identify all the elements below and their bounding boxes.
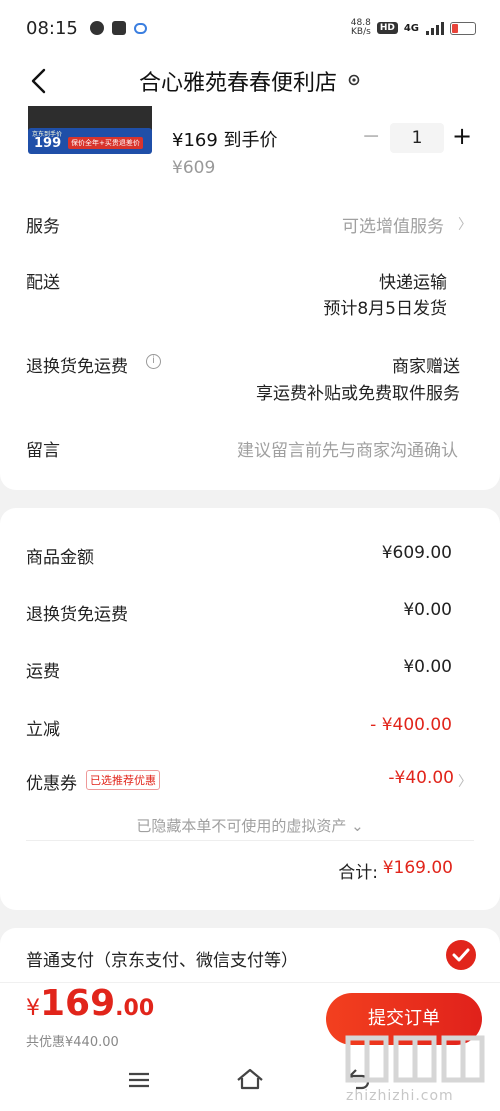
signal-icon xyxy=(426,21,444,35)
store-title: 合心雅苑春春便利店 xyxy=(138,71,337,96)
service-value[interactable]: 可选增值服务 xyxy=(342,212,444,237)
return-value: 商家赠送 xyxy=(392,357,460,377)
price-summary-card: 商品金额 ¥609.00 退换货免运费 ¥0.00 运费 ¥0.00 立减 - … xyxy=(0,508,500,910)
back-icon[interactable] xyxy=(26,66,56,96)
summary-label-discount: 立减 xyxy=(26,720,60,740)
hidden-assets-toggle[interactable]: 已隐藏本单不可使用的虚拟资产 ⌄ xyxy=(0,815,500,836)
note-input[interactable]: 建议留言前先与商家沟通确认 xyxy=(237,436,458,461)
battery-icon xyxy=(450,21,476,35)
note-label: 留言 xyxy=(26,441,60,461)
quantity-minus-button[interactable]: − xyxy=(362,126,380,150)
delivery-date: 预计8月5日发货 xyxy=(323,299,447,319)
total-saved: 共优惠¥440.00 xyxy=(26,1035,119,1050)
original-price: ¥609 xyxy=(172,158,216,178)
summary-value-coupon[interactable]: -¥40.00 xyxy=(388,768,454,788)
total-label: 合计: xyxy=(338,863,378,883)
product-price-banner: 京东到手价 199 保价全年+买贵退差价 xyxy=(28,128,152,154)
return-label: 退换货免运费 xyxy=(26,357,128,377)
coupon-chevron-icon[interactable]: 〉 xyxy=(458,771,472,791)
summary-label-shipping: 运费 xyxy=(26,662,60,682)
net-speed: 48.8 KB/s xyxy=(351,19,371,37)
status-right: 48.8 KB/s HD 4G xyxy=(351,19,476,37)
summary-label-coupon: 优惠券 xyxy=(26,774,77,794)
quantity-input[interactable]: 1 xyxy=(390,123,444,153)
return-detail: 享运费补贴或免费取件服务 xyxy=(256,384,460,404)
summary-value-discount: - ¥400.00 xyxy=(370,715,452,735)
checkmark-icon[interactable] xyxy=(446,940,476,970)
delivery-label: 配送 xyxy=(26,273,60,293)
coupon-tag: 已选推荐优惠 xyxy=(86,770,160,790)
banner-price: 199 xyxy=(34,136,62,151)
network-type: 4G xyxy=(403,22,419,34)
service-chevron-icon[interactable]: 〉 xyxy=(458,214,472,234)
delivery-value[interactable]: 快递运输 xyxy=(379,268,447,293)
watermark: zhizhizhi.com xyxy=(342,1030,492,1110)
service-label: 服务 xyxy=(26,217,60,237)
home-icon[interactable] xyxy=(236,1068,264,1090)
status-left: 08:15 xyxy=(26,18,147,39)
net-speed-unit: KB/s xyxy=(351,27,371,37)
cloud-notification-icon xyxy=(133,22,147,34)
status-time: 08:15 xyxy=(26,17,78,39)
watermark-text: zhizhizhi.com xyxy=(346,1088,454,1104)
summary-value-return: ¥0.00 xyxy=(403,600,452,620)
menu-icon[interactable] xyxy=(128,1072,150,1088)
final-price: ¥169 到手价 xyxy=(172,130,278,151)
status-bar: 08:15 48.8 KB/s HD 4G xyxy=(0,0,500,56)
banner-text: 保价全年+买贵退差价 xyxy=(68,137,143,149)
hd-icon: HD xyxy=(376,22,398,34)
summary-value-goods: ¥609.00 xyxy=(381,543,452,563)
play-notification-icon xyxy=(111,21,126,35)
order-details-card: 京东到手价 199 保价全年+买贵退差价 ¥169 到手价 ¥609 − 1 +… xyxy=(0,106,500,490)
info-icon[interactable]: i xyxy=(146,354,161,369)
nav-bar: 合心雅苑春春便利店 xyxy=(0,56,500,106)
quantity-plus-button[interactable]: + xyxy=(452,124,472,150)
currency-symbol: ¥ xyxy=(26,996,40,1021)
price-integer: 169 xyxy=(40,983,116,1024)
total-payable: ¥169.00 xyxy=(26,983,154,1024)
price-decimal: .00 xyxy=(115,996,155,1021)
payment-method-label[interactable]: 普通支付（京东支付、微信支付等） xyxy=(26,946,298,971)
location-icon[interactable] xyxy=(347,74,361,88)
total-value: ¥169.00 xyxy=(382,858,453,878)
summary-label-return: 退换货免运费 xyxy=(26,605,128,625)
watermark-logo xyxy=(345,1035,485,1083)
summary-value-shipping: ¥0.00 xyxy=(403,657,452,677)
summary-label-goods: 商品金额 xyxy=(26,548,94,568)
divider xyxy=(26,840,474,841)
app-notification-icon xyxy=(89,21,104,35)
